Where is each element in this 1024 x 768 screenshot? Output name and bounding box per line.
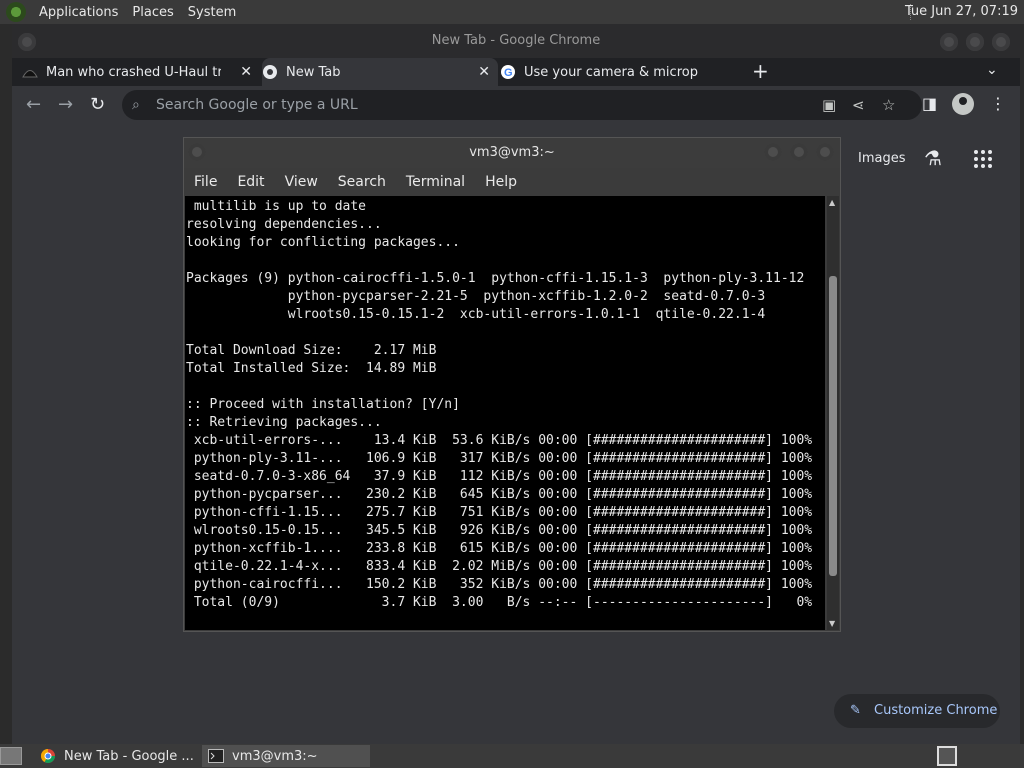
- window-title: New Tab - Google Chrome: [431, 33, 601, 48]
- forward-arrow-icon[interactable]: →: [58, 94, 73, 115]
- terminal-menubar: File Edit View Search Terminal Help: [184, 168, 840, 196]
- scroll-down-arrow-icon[interactable]: ▼: [829, 619, 835, 628]
- window-menu-button[interactable]: [18, 33, 36, 51]
- svg-text:G: G: [504, 67, 513, 79]
- terminal-scrollbar[interactable]: ▲ ▼: [827, 196, 839, 630]
- maximize-button[interactable]: [790, 143, 808, 161]
- taskbar-label: New Tab - Google ...: [64, 748, 194, 764]
- tab-title: Man who crashed U-Haul truck: [46, 64, 221, 80]
- terminal-line: Total (0/9) 3.7 KiB 3.00 B/s --:-- [----…: [186, 595, 813, 610]
- terminal-window: vm3@vm3:~ File Edit View Search Terminal…: [183, 137, 841, 632]
- system-menu[interactable]: System: [181, 5, 243, 20]
- terminal-line: python-xcffib-1.... 233.8 KiB 615 KiB/s …: [186, 541, 813, 556]
- new-tab-button[interactable]: +: [752, 61, 769, 81]
- terminal-title: vm3@vm3:~: [469, 145, 555, 160]
- reload-icon[interactable]: ↻: [90, 94, 105, 115]
- chrome-icon: [40, 748, 56, 764]
- terminal-line: wlroots0.15-0.15... 345.5 KiB 926 KiB/s …: [186, 523, 813, 538]
- news-favicon-icon: [22, 64, 38, 80]
- images-link[interactable]: Images: [858, 151, 906, 166]
- google-apps-icon[interactable]: [974, 150, 992, 168]
- camera-blocked-icon[interactable]: ▣: [822, 90, 836, 120]
- terminal-line: seatd-0.7.0-3-x86_64 37.9 KiB 112 KiB/s …: [186, 469, 813, 484]
- bookmark-star-icon[interactable]: ☆: [882, 90, 895, 120]
- close-tab-icon[interactable]: ✕: [240, 64, 252, 80]
- terminal-line: multilib is up to date: [186, 199, 367, 214]
- google-favicon-icon: G: [500, 64, 516, 80]
- chrome-toolbar: ← → ↻ ⌕ Search Google or type a URL ▣ ⋖ …: [12, 86, 1020, 124]
- applications-menu[interactable]: Applications: [32, 5, 125, 20]
- tab-uhaul[interactable]: Man who crashed U-Haul truck ✕: [22, 58, 260, 86]
- workspace-switcher[interactable]: [937, 746, 957, 766]
- side-panel-icon[interactable]: ◨: [922, 94, 937, 113]
- menu-file[interactable]: File: [194, 174, 217, 190]
- menu-view[interactable]: View: [285, 174, 318, 190]
- terminal-output[interactable]: multilib is up to date resolving dependen…: [185, 196, 825, 630]
- pencil-icon: ✎: [850, 703, 861, 718]
- terminal-line: python-cffi-1.15... 275.7 KiB 751 KiB/s …: [186, 505, 813, 520]
- terminal-line: :: Proceed with installation? [Y/n]: [186, 397, 460, 412]
- terminal-line: python-ply-3.11-... 106.9 KiB 317 KiB/s …: [186, 451, 813, 466]
- top-panel: Applications Places System Tue Jun 27, 0…: [0, 0, 1024, 24]
- customize-chrome-button[interactable]: ✎ Customize Chrome: [834, 694, 1000, 728]
- tab-new-tab[interactable]: New Tab ✕: [262, 58, 498, 86]
- terminal-line: Packages (9) python-cairocffi-1.5.0-1 py…: [186, 271, 805, 286]
- taskbar-item-chrome[interactable]: New Tab - Google ...: [34, 745, 198, 767]
- terminal-line: wlroots0.15-0.15.1-2 xcb-util-errors-1.0…: [186, 307, 766, 322]
- tab-title: Use your camera & microphone: [524, 64, 699, 80]
- tab-search-chevron-icon[interactable]: ⌄: [986, 62, 998, 78]
- terminal-line: resolving dependencies...: [186, 217, 382, 232]
- terminal-line: python-cairocffi... 150.2 KiB 352 KiB/s …: [186, 577, 813, 592]
- tab-strip: Man who crashed U-Haul truck ✕ New Tab ✕…: [12, 58, 1020, 86]
- tab-title: New Tab: [286, 64, 341, 80]
- terminal-icon: [208, 748, 224, 764]
- menu-search[interactable]: Search: [338, 174, 386, 190]
- omnibox[interactable]: ⌕ Search Google or type a URL ▣ ⋖ ☆: [122, 90, 922, 120]
- maximize-button[interactable]: [966, 33, 984, 51]
- terminal-titlebar[interactable]: vm3@vm3:~: [184, 138, 840, 168]
- chrome-titlebar[interactable]: New Tab - Google Chrome: [12, 24, 1020, 58]
- omnibox-placeholder: Search Google or type a URL: [156, 97, 358, 113]
- customize-label: Customize Chrome: [874, 703, 998, 718]
- show-desktop-button[interactable]: [0, 747, 22, 765]
- terminal-line: Total Download Size: 2.17 MiB: [186, 343, 437, 358]
- tab-camera[interactable]: G Use your camera & microphone: [500, 58, 740, 86]
- terminal-line: Total Installed Size: 14.89 MiB: [186, 361, 437, 376]
- terminal-line: qtile-0.22.1-4-x... 833.4 KiB 2.02 MiB/s…: [186, 559, 813, 574]
- search-icon: ⌕: [132, 97, 140, 113]
- scrollbar-thumb[interactable]: [829, 276, 837, 577]
- chrome-favicon-icon: [262, 64, 278, 80]
- minimize-button[interactable]: [764, 143, 782, 161]
- menu-edit[interactable]: Edit: [237, 174, 264, 190]
- labs-flask-icon[interactable]: ⚗: [924, 146, 942, 170]
- share-icon[interactable]: ⋖: [852, 90, 865, 120]
- taskbar-label: vm3@vm3:~: [232, 748, 318, 764]
- terminal-line: :: Retrieving packages...: [186, 415, 382, 430]
- taskbar-item-terminal[interactable]: vm3@vm3:~: [202, 745, 370, 767]
- terminal-line: xcb-util-errors-... 13.4 KiB 53.6 KiB/s …: [186, 433, 813, 448]
- menu-terminal[interactable]: Terminal: [406, 174, 465, 190]
- terminal-line: python-pycparser... 230.2 KiB 645 KiB/s …: [186, 487, 813, 502]
- profile-avatar[interactable]: [952, 93, 974, 115]
- distro-logo-icon[interactable]: [6, 2, 26, 22]
- window-menu-button[interactable]: [188, 143, 206, 161]
- scroll-up-arrow-icon[interactable]: ▲: [829, 198, 835, 207]
- clock[interactable]: Tue Jun 27, 07:19: [905, 4, 1018, 19]
- terminal-line: looking for conflicting packages...: [186, 235, 460, 250]
- terminal-line: python-pycparser-2.21-5 python-xcffib-1.…: [186, 289, 766, 304]
- menu-help[interactable]: Help: [485, 174, 517, 190]
- close-button[interactable]: [816, 143, 834, 161]
- back-arrow-icon[interactable]: ←: [26, 94, 41, 115]
- close-button[interactable]: [992, 33, 1010, 51]
- bottom-taskbar: New Tab - Google ... vm3@vm3:~: [0, 744, 1024, 768]
- kebab-menu-icon[interactable]: ⋮: [990, 94, 1006, 113]
- close-tab-icon[interactable]: ✕: [478, 64, 490, 80]
- places-menu[interactable]: Places: [125, 5, 180, 20]
- minimize-button[interactable]: [940, 33, 958, 51]
